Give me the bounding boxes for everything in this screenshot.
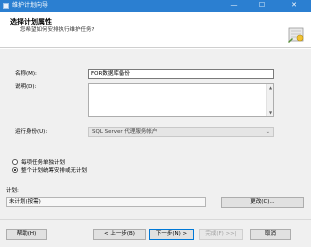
wizard-footer: 帮助(H) < 上一步(B) 下一步(N) > 完成(F) >>| 取消 [0, 219, 311, 247]
radio-button-selected[interactable] [12, 167, 18, 173]
run-as-label: 运行身份(U): [15, 129, 48, 135]
maximize-button[interactable]: ☐ [251, 0, 273, 12]
app-icon [3, 3, 9, 9]
schedule-field: 未计划(按需) [6, 197, 206, 207]
close-button[interactable]: ✕ [283, 0, 305, 12]
description-textarea[interactable]: ▲ ▼ [88, 83, 274, 117]
run-as-value: SQL Server 代理服务帐户 [92, 129, 158, 135]
radio-label: 整个计划统筹安排或无计划 [21, 168, 88, 174]
window-titlebar[interactable]: 维护计划向导 — ☐ ✕ [0, 0, 311, 12]
minimize-button[interactable]: — [223, 0, 245, 12]
scroll-up-icon[interactable]: ▲ [267, 85, 274, 90]
run-as-select[interactable]: SQL Server 代理服务帐户 ⌄ [88, 127, 274, 137]
radio-label: 每项任务单独计划 [21, 160, 66, 166]
wizard-header: 选择计划属性 您希望如何安排执行维护任务? [0, 12, 311, 48]
description-scrollbar[interactable]: ▲ ▼ [266, 84, 273, 116]
back-button[interactable]: < 上一步(B) [93, 229, 146, 240]
page-subtitle: 您希望如何安排执行维护任务? [20, 27, 95, 33]
name-input[interactable]: FOR数据库备份 [88, 69, 274, 79]
finish-button[interactable]: 完成(F) >>| [199, 229, 243, 240]
chevron-down-icon: ⌄ [265, 129, 270, 135]
wizard-icon [288, 27, 304, 43]
scroll-down-icon[interactable]: ▼ [267, 110, 274, 115]
help-button[interactable]: 帮助(H) [6, 229, 47, 240]
next-button[interactable]: 下一步(N) > [149, 229, 194, 240]
description-label: 说明(D): [15, 84, 37, 90]
name-label: 名称(M): [15, 71, 37, 77]
window-title: 维护计划向导 [12, 2, 49, 9]
change-schedule-button[interactable]: 更改(C)... [221, 197, 304, 208]
schedule-label: 计划: [6, 188, 19, 194]
wizard-content: 名称(M): FOR数据库备份 说明(D): ▲ ▼ 运行身份(U): SQL … [0, 49, 311, 219]
radio-button[interactable] [12, 159, 18, 165]
cancel-button[interactable]: 取消 [250, 229, 291, 240]
